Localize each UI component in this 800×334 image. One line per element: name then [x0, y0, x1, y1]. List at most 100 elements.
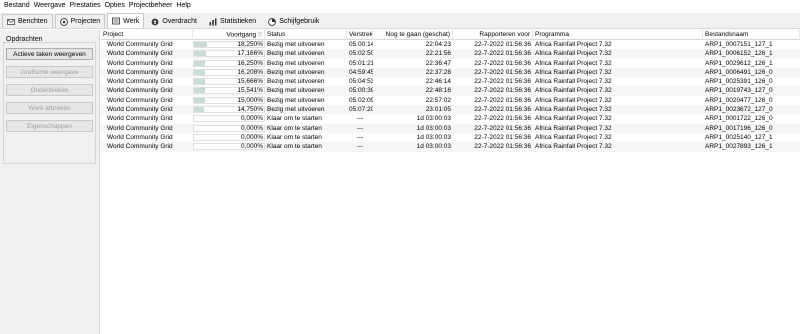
cell-remaining: 1d 03:00:03 — [416, 124, 451, 132]
cell-progress: 18,250% — [237, 41, 263, 48]
cell-remaining: 22:46:14 — [425, 78, 451, 86]
statistics-icon — [209, 18, 217, 26]
col-status[interactable]: Status — [265, 30, 347, 40]
menu-bestand[interactable]: Bestand — [2, 0, 32, 12]
cell-remaining: 22:57:02 — [425, 96, 451, 104]
suspend-button[interactable]: Onderbreken — [6, 84, 93, 96]
col-progress[interactable]: Voortgang ▽ — [193, 30, 265, 40]
table-row[interactable]: World Community Grid 15,541% Bezig met uit… — [101, 86, 800, 96]
cell-status: Bezig met uitvoeren — [267, 59, 325, 67]
cell-application: Africa Rainfall Project 7.32 — [535, 115, 612, 123]
cell-remaining: 22:48:16 — [425, 87, 451, 95]
cell-filename: ARP1_0006491_126_0 — [705, 68, 773, 76]
table-row[interactable]: World Community Grid 15,000% Bezig met uit… — [101, 96, 800, 105]
cell-application: Africa Rainfall Project 7.32 — [535, 78, 612, 86]
cell-application: Africa Rainfall Project 7.32 — [535, 124, 612, 132]
cell-project: World Community Grid — [107, 68, 173, 76]
tab-projecten-label: Projecten — [70, 18, 101, 25]
tab-werk[interactable]: Werk — [107, 13, 145, 28]
cell-elapsed: --- — [356, 143, 364, 151]
table-row[interactable]: World Community Grid 16,250% Bezig met uit… — [101, 59, 800, 68]
cell-remaining: 23:01:05 — [425, 106, 451, 114]
menu-help[interactable]: Help — [174, 0, 192, 12]
cell-progress: 0,000% — [240, 115, 263, 123]
table-row[interactable]: World Community Grid 14,750% Bezig met uit… — [101, 105, 800, 115]
cell-application: Africa Rainfall Project 7.32 — [535, 143, 612, 151]
cell-status: Bezig met uitvoeren — [267, 78, 325, 86]
cell-filename: ARP1_0019743_127_0 — [705, 87, 773, 95]
menu-prestaties[interactable]: Prestaties — [67, 0, 102, 12]
table-row[interactable]: World Community Grid 16,208% Bezig met uit… — [101, 67, 800, 78]
cell-status: Bezig met uitvoeren — [267, 50, 325, 58]
table-row[interactable]: World Community Grid 0,000% Klaar om te st… — [101, 114, 800, 123]
cell-filename: ARP1_0020477_126_0 — [705, 96, 773, 104]
cell-filename: ARP1_0001722_126_0 — [705, 115, 773, 123]
cell-status: Klaar om te starten — [267, 133, 322, 141]
cell-filename: ARP1_0023672_127_0 — [705, 106, 773, 114]
menu-projectbeheer[interactable]: Projectbeheer — [127, 0, 175, 12]
table-row[interactable]: World Community Grid 17,166% Bezig met uit… — [101, 49, 800, 59]
cell-elapsed: --- — [356, 133, 364, 141]
cell-project: World Community Grid — [107, 96, 173, 104]
transfer-icon — [151, 18, 159, 26]
tab-berichten[interactable]: Berichten — [2, 14, 53, 28]
projects-icon — [59, 17, 68, 26]
cell-progress: 17,166% — [237, 50, 263, 58]
cell-project: World Community Grid — [107, 50, 173, 58]
show-active-tasks-button[interactable]: Actieve taken weergeven — [6, 48, 93, 60]
table-row[interactable]: World Community Grid 15,666% Bezig met uit… — [101, 77, 800, 86]
cell-progress: 14,750% — [237, 106, 263, 114]
cell-elapsed: 05:07:20 — [349, 106, 373, 114]
table-row[interactable]: World Community Grid 18,250% Bezig met uit… — [101, 40, 800, 49]
cell-status: Klaar om te starten — [267, 115, 322, 123]
abort-task-button[interactable]: Werk afbreken — [6, 102, 93, 114]
cell-status: Bezig met uitvoeren — [267, 68, 325, 76]
col-elapsed[interactable]: Verstrek... — [347, 30, 373, 40]
graphics-button[interactable]: Grafische weergave — [6, 66, 93, 78]
table-body: World Community Grid 18,250% Bezig met uit… — [101, 40, 800, 152]
col-application[interactable]: Programma — [533, 30, 703, 40]
tasks-icon — [112, 17, 121, 25]
tab-statistieken[interactable]: Statistieken — [204, 14, 261, 28]
tab-overdracht[interactable]: Overdracht — [146, 14, 202, 28]
properties-button[interactable]: Eigenschappen — [6, 120, 93, 132]
cell-elapsed: --- — [356, 115, 364, 123]
cell-status: Bezig met uitvoeren — [267, 87, 325, 95]
tab-projecten[interactable]: Projecten — [54, 14, 106, 28]
cell-elapsed: 05:02:09 — [349, 96, 373, 104]
cell-project: World Community Grid — [107, 87, 173, 95]
cell-application: Africa Rainfall Project 7.32 — [535, 133, 612, 141]
cell-status: Bezig met uitvoeren — [267, 41, 325, 48]
table-row[interactable]: World Community Grid 0,000% Klaar om te st… — [101, 123, 800, 133]
table-row[interactable]: World Community Grid 0,000% Klaar om te st… — [101, 142, 800, 152]
cell-progress: 0,000% — [240, 143, 263, 151]
commands-panel: Opdrachten Actieve taken weergeven Grafi… — [0, 30, 100, 334]
col-deadline[interactable]: Rapporteren voor — [453, 30, 533, 40]
cell-deadline: 22-7-2022 01:56:36 — [474, 68, 531, 76]
cell-application: Africa Rainfall Project 7.32 — [535, 50, 612, 58]
cell-filename: ARP1_0017196_126_0 — [705, 124, 773, 132]
col-filename[interactable]: Bestandsnaam — [703, 30, 800, 40]
messages-icon — [7, 18, 15, 26]
table-row[interactable]: World Community Grid 0,000% Klaar om te st… — [101, 133, 800, 142]
cell-elapsed: --- — [356, 124, 364, 132]
tab-schijfgebruik[interactable]: Schijfgebruik — [263, 14, 324, 28]
menu-opties[interactable]: Opties — [103, 0, 127, 12]
col-project[interactable]: Project — [101, 30, 193, 40]
disk-usage-icon — [268, 17, 277, 26]
tasks-table: Project Voortgang▽ Status Verstrek... No… — [101, 30, 800, 152]
tab-werk-label: Werk — [123, 17, 140, 25]
table-header: Project Voortgang▽ Status Verstrek... No… — [101, 30, 800, 40]
menu-weergave[interactable]: Weergave — [32, 0, 68, 12]
tab-overdracht-label: Overdracht — [162, 18, 197, 25]
cell-remaining: 1d 03:00:03 — [416, 143, 451, 151]
tab-bar: Berichten Projecten Werk Overdracht Stat… — [0, 13, 800, 29]
cell-project: World Community Grid — [107, 41, 173, 48]
cell-remaining: 22:36:47 — [425, 59, 451, 67]
cell-status: Bezig met uitvoeren — [267, 106, 325, 114]
cell-project: World Community Grid — [107, 133, 173, 141]
col-remaining[interactable]: Nog te gaan (geschat) — [373, 30, 453, 40]
cell-deadline: 22-7-2022 01:56:36 — [474, 78, 531, 86]
cell-status: Bezig met uitvoeren — [267, 96, 325, 104]
cell-elapsed: 05:00:39 — [349, 87, 373, 95]
